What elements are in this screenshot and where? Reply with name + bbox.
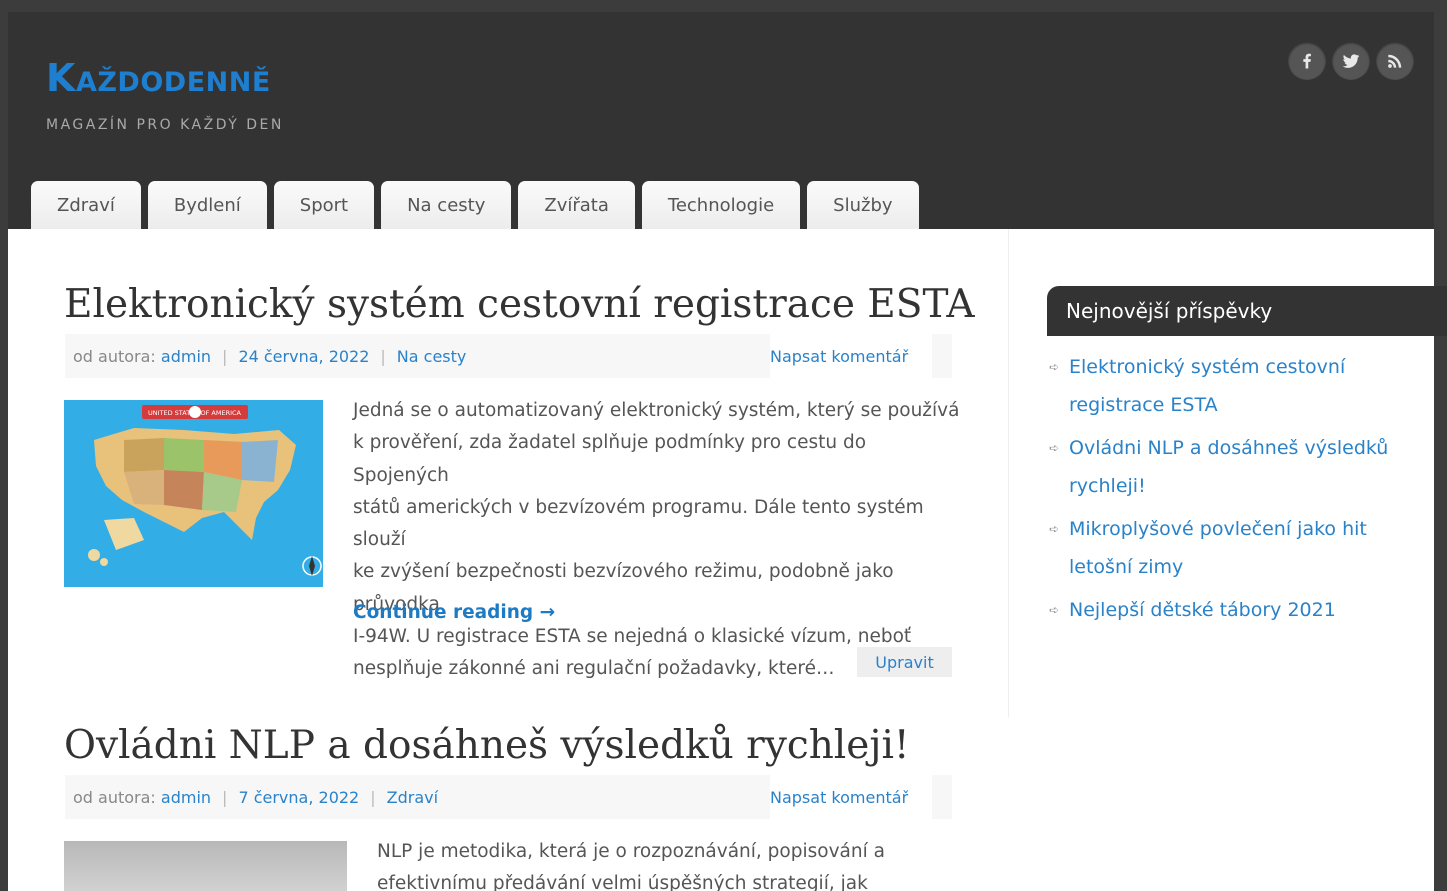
meta-prefix: od autora: xyxy=(73,346,156,366)
comment-box: Napsat komentář xyxy=(770,334,930,378)
social-links xyxy=(1288,42,1414,80)
posts-column: Elektronický systém cestovní registrace … xyxy=(8,229,1008,891)
site-title[interactable]: Každodenně xyxy=(46,56,271,100)
author-link[interactable]: admin xyxy=(161,347,211,366)
usa-map-image: UNITED STATES OF AMERICA xyxy=(64,400,323,587)
arrow-icon: ➪ xyxy=(1049,360,1060,374)
nav-tab-technologie[interactable]: Technologie xyxy=(641,181,801,229)
recent-post-link[interactable]: ➪ Ovládni NLP a dosáhneš výsledků rychleji… xyxy=(1047,430,1407,505)
meta-cap xyxy=(932,775,952,819)
date-link[interactable]: 24 června, 2022 xyxy=(238,347,369,366)
meta-cap xyxy=(932,334,952,378)
column-divider xyxy=(1008,229,1009,717)
edit-button[interactable]: Upravit xyxy=(857,647,952,677)
excerpt-line: států amerických v bezvízovém programu. … xyxy=(353,496,924,551)
content-area: Elektronický systém cestovní registrace … xyxy=(8,229,1447,891)
map-caption: UNITED STATES OF AMERICA xyxy=(148,409,242,417)
post-thumbnail[interactable] xyxy=(64,841,347,891)
author-link[interactable]: admin xyxy=(161,788,211,807)
nav-tab-na-cesty[interactable]: Na cesty xyxy=(381,181,512,229)
nav-tab-zdravi[interactable]: Zdraví xyxy=(31,181,141,229)
arrow-icon: ➪ xyxy=(1049,603,1060,617)
meta-prefix: od autora: xyxy=(73,787,156,807)
post-title[interactable]: Ovládni NLP a dosáhneš výsledků rychleji… xyxy=(64,723,910,768)
page-wrapper: Každodenně MAGAZÍN PRO KAŽDÝ DEN Zdraví … xyxy=(8,12,1447,891)
rss-icon[interactable] xyxy=(1376,42,1414,80)
continue-reading-link[interactable]: Continue reading → xyxy=(353,602,555,623)
twitter-icon[interactable] xyxy=(1332,42,1370,80)
main-navigation: Zdraví Bydlení Sport Na cesty Zvířata Te… xyxy=(31,181,919,229)
comment-link[interactable]: Napsat komentář xyxy=(770,788,908,807)
nav-tab-bydleni[interactable]: Bydlení xyxy=(147,181,267,229)
site-tagline: MAGAZÍN PRO KAŽDÝ DEN xyxy=(46,117,284,133)
excerpt-line: Jedná se o automatizovaný elektronický s… xyxy=(353,400,960,421)
category-link[interactable]: Na cesty xyxy=(397,347,467,366)
nav-tab-sluzby[interactable]: Služby xyxy=(807,181,919,229)
comment-box: Napsat komentář xyxy=(770,775,930,819)
recent-post-link[interactable]: ➪ Elektronický systém cestovní registrace … xyxy=(1047,349,1407,424)
excerpt-line: efektivnímu předávání velmi úspěšných st… xyxy=(377,873,868,891)
post-excerpt: NLP je metodika, která je o rozpoznávání… xyxy=(377,836,967,891)
comment-link[interactable]: Napsat komentář xyxy=(770,347,908,366)
excerpt-line: k prověření, zda žadatel splňuje podmínk… xyxy=(353,432,867,486)
post-title[interactable]: Elektronický systém cestovní registrace … xyxy=(64,282,975,327)
recent-post-link[interactable]: ➪ Nejlepší dětské tábory 2021 xyxy=(1047,592,1407,630)
excerpt-line: NLP je metodika, která je o rozpoznávání… xyxy=(377,841,885,862)
arrow-icon: ➪ xyxy=(1049,441,1060,455)
post-thumbnail[interactable]: UNITED STATES OF AMERICA xyxy=(64,400,323,587)
recent-post-link[interactable]: ➪ Mikroplyšové povlečení jako hit letošní … xyxy=(1047,511,1407,586)
date-link[interactable]: 7 června, 2022 xyxy=(238,788,359,807)
recent-posts-list: ➪ Elektronický systém cestovní registrace … xyxy=(1047,349,1407,636)
post-excerpt: Jedná se o automatizovaný elektronický s… xyxy=(353,395,963,686)
widget-title: Nejnovější příspěvky xyxy=(1047,286,1447,336)
category-link[interactable]: Zdraví xyxy=(387,788,438,807)
post-meta: od autora: admin | 7 června, 2022 | Zdra… xyxy=(65,775,770,819)
post-meta: od autora: admin | 24 června, 2022 | Na … xyxy=(65,334,770,378)
nav-tab-zvirata[interactable]: Zvířata xyxy=(518,181,635,229)
site-header: Každodenně MAGAZÍN PRO KAŽDÝ DEN Zdraví … xyxy=(8,12,1434,229)
facebook-icon[interactable] xyxy=(1288,42,1326,80)
nav-tab-sport[interactable]: Sport xyxy=(273,181,375,229)
arrow-icon: ➪ xyxy=(1049,522,1060,536)
